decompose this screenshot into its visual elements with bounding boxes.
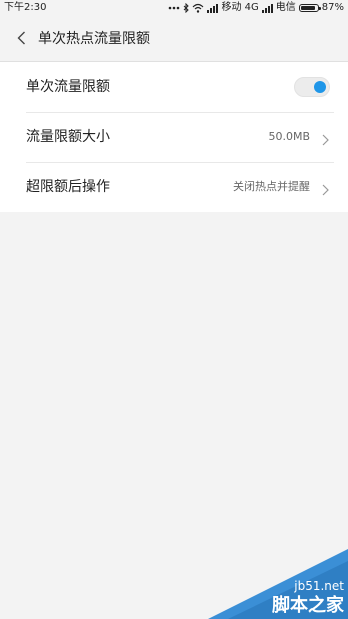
setting-label: 单次流量限额 <box>26 79 110 95</box>
setting-row-limit-size[interactable]: 流量限额大小 50.0MB <box>0 112 348 162</box>
watermark-text: 脚本之家 <box>272 595 344 616</box>
setting-label: 超限额后操作 <box>26 179 110 195</box>
chevron-right-icon <box>320 181 330 196</box>
status-bar: 下午2:30 移动 4G 电信 87% <box>0 0 348 16</box>
limit-toggle-switch[interactable] <box>294 77 330 97</box>
watermark-site: jb51.net <box>294 579 344 593</box>
signal-icon <box>261 3 273 13</box>
battery-percent: 87% <box>321 2 344 13</box>
toggle-knob <box>314 81 326 93</box>
settings-list: 单次流量限额 流量限额大小 50.0MB 超限额后操作 关闭热点并提醒 <box>0 62 348 212</box>
wifi-icon <box>192 3 204 13</box>
chevron-right-icon <box>320 131 330 146</box>
bluetooth-icon <box>183 3 190 13</box>
header: 单次热点流量限额 <box>0 16 348 62</box>
battery-icon <box>298 4 321 12</box>
chevron-left-icon <box>17 30 26 49</box>
watermark-background <box>208 549 348 619</box>
watermark: jb51.net 脚本之家 <box>208 549 348 619</box>
setting-label: 流量限额大小 <box>26 129 110 145</box>
carrier1-label: 移动 4G <box>221 2 259 13</box>
dots-icon <box>168 6 180 10</box>
signal-icon <box>207 3 219 13</box>
setting-value: 50.0MB <box>268 130 310 143</box>
back-button[interactable] <box>8 24 34 54</box>
page-title: 单次热点流量限额 <box>38 31 150 47</box>
setting-row-over-limit-action[interactable]: 超限额后操作 关闭热点并提醒 <box>0 162 348 212</box>
setting-value: 关闭热点并提醒 <box>233 180 310 193</box>
status-time: 下午2:30 <box>4 2 47 13</box>
carrier2-label: 电信 <box>275 2 296 13</box>
status-icons: 移动 4G 电信 87% <box>168 2 344 14</box>
setting-row-limit-toggle[interactable]: 单次流量限额 <box>0 62 348 112</box>
